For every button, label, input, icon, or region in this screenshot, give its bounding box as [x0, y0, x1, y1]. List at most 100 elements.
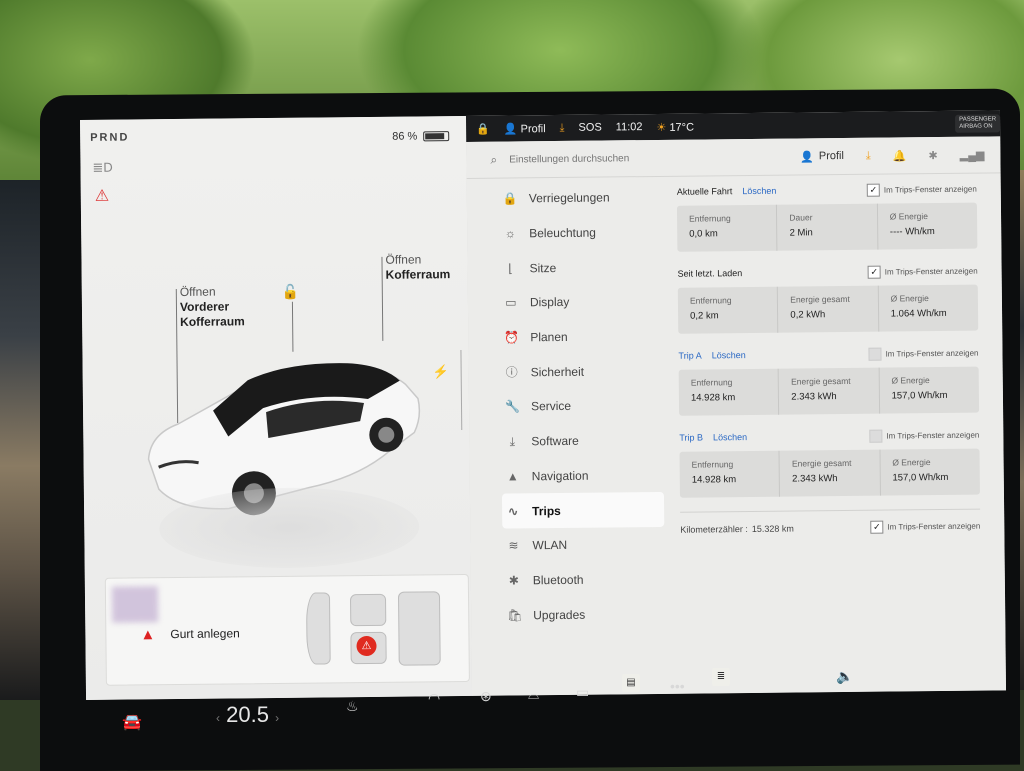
nav-item-planen[interactable]: ⏰ Planen [500, 319, 662, 355]
chevron-right-icon[interactable]: › [275, 711, 279, 725]
nav-item-navigation[interactable]: ▲ Navigation [502, 457, 664, 493]
driver-seat [349, 593, 387, 627]
defrost-windshield-icon[interactable]: ⌓ [528, 686, 539, 703]
stat-avg-energy: Ø Energie ---- Wh/km [878, 203, 978, 250]
steering-wheel-outline [305, 592, 331, 665]
trip-a-delete-link[interactable]: Löschen [712, 350, 746, 360]
charge-port-icon[interactable]: ⚡ [433, 364, 449, 380]
stat-value: 14.928 km [690, 392, 736, 404]
trip-b-title: Trip B [679, 432, 704, 443]
climate-temperature[interactable]: ‹ 20.5 › [216, 702, 279, 728]
checkbox[interactable]: ✓ [866, 183, 880, 197]
nav-item-beleuchtung[interactable]: ☼ Beleuchtung [499, 215, 661, 251]
checkbox[interactable] [868, 347, 882, 361]
rear-defrost-icon[interactable]: ▭ [576, 684, 589, 701]
nav-item-sicherheit[interactable]: ⓘ Sicherheit [500, 353, 662, 389]
seat-occupancy-diagram: ⚠ [305, 585, 457, 673]
nav-item-verriegelungen[interactable]: 🔒 Verriegelungen [499, 180, 661, 216]
chevron-left-icon[interactable]: ‹ [216, 711, 220, 725]
nav-item-wlan[interactable]: ≋ WLAN [502, 527, 664, 563]
nav-item-label: Service [530, 399, 572, 414]
rear-seats [397, 591, 441, 666]
settings-nav: 🔒 Verriegelungen ☼ Beleuchtung ⌊ Sitze ▭ Displa… [467, 180, 672, 633]
stat-avg-energy: Ø Energie 1.064 Wh/km [878, 285, 978, 332]
settings-search-bar: ⌕ 👤 Profil ⤓ 🔔 ✱ ▂▄▆ [466, 136, 1001, 179]
open-frunk-label-3: Kofferraum [180, 314, 245, 329]
odometer-value: 15.328 km [751, 523, 794, 534]
stat-label: Entfernung [689, 213, 731, 224]
stat-label: Ø Energie [892, 457, 931, 468]
defrost-front-icon[interactable]: ◠ [428, 690, 440, 707]
current-trip-show-toggle[interactable]: ✓ Im Trips-Fenster anzeigen [866, 182, 977, 197]
wrench-icon: 🔧 [504, 399, 521, 415]
shopping-bag-icon: 🛍 [507, 607, 523, 623]
settings-search-input[interactable] [507, 150, 752, 167]
show-in-trips-label: Im Trips-Fenster anzeigen [887, 521, 981, 532]
stat-label: Ø Energie [889, 211, 929, 222]
trip-b-show-toggle[interactable]: Im Trips-Fenster anzeigen [869, 428, 980, 443]
stat-label: Energie gesamt [791, 375, 851, 387]
lock-icon[interactable]: 🔒 [476, 122, 490, 135]
since-charge-section: Seit letzt. Laden ✓ Im Trips-Fenster anz… [678, 263, 979, 334]
nav-item-label: Bluetooth [532, 572, 584, 588]
trips-icon: ∿ [508, 503, 519, 519]
outside-temperature: ☀ 17°C [656, 120, 694, 133]
nav-item-trips[interactable]: ∿ Trips [501, 492, 665, 529]
download-icon[interactable]: ⤓ [560, 121, 565, 134]
temperature-value: 17°C [669, 121, 695, 134]
nav-item-display[interactable]: ▭ Display [500, 284, 662, 320]
bell-icon[interactable]: 🔔 [893, 149, 907, 162]
since-charge-show-toggle[interactable]: ✓ Im Trips-Fenster anzeigen [867, 264, 978, 279]
trip-b-header: Trip B Löschen Im Trips-Fenster anzeigen [679, 427, 979, 446]
seat-heater-icon[interactable]: ♨ [346, 698, 359, 715]
app-launcher-icon[interactable]: ▤ [622, 674, 640, 692]
trip-b-section: Trip B Löschen Im Trips-Fenster anzeigen… [679, 427, 980, 498]
blurred-avatar [111, 586, 159, 623]
trip-a-header: Trip A Löschen Im Trips-Fenster anzeigen [678, 345, 979, 364]
touchscreen: PRND 86 % ≣D ⚠ Öffnen Vorderer Kofferrau… [80, 110, 1007, 700]
stat-value: 157,0 Wh/km [891, 389, 948, 402]
open-trunk-button[interactable]: Öffnen Kofferraum [385, 252, 450, 283]
nav-item-label: Beleuchtung [529, 225, 597, 241]
seatbelt-alert-icon: ⚠ [356, 635, 377, 657]
trip-b-delete-link[interactable]: Löschen [713, 432, 747, 442]
trip-b-stats: Entfernung 14.928 km Energie gesamt 2.343 … [679, 448, 980, 498]
odometer-label: Kilometerzähler : [680, 523, 748, 535]
car-icon[interactable]: 🚘 [122, 712, 142, 732]
airbag-label-1: PASSENGER [959, 116, 997, 123]
notes-app-icon[interactable]: ≣ [712, 668, 730, 686]
checkbox[interactable] [869, 429, 883, 443]
open-frunk-button[interactable]: Öffnen Vorderer Kofferraum [180, 284, 245, 330]
checkbox[interactable]: ✓ [870, 520, 884, 534]
stat-distance: Entfernung 0,2 km [677, 286, 779, 334]
navigation-arrow-icon: ▲ [506, 469, 519, 484]
nav-item-label: Verriegelungen [528, 190, 610, 206]
show-in-trips-label: Im Trips-Fenster anzeigen [886, 430, 980, 441]
stat-label: Dauer [789, 212, 813, 223]
nav-item-service[interactable]: 🔧 Service [501, 388, 663, 424]
stat-value: 2 Min [789, 227, 813, 239]
nav-item-sitze[interactable]: ⌊ Sitze [499, 249, 661, 285]
sun-icon: ☀ [656, 121, 667, 134]
download-icon[interactable]: ⤓ [866, 149, 871, 162]
bluetooth-icon[interactable]: ✱ [928, 149, 937, 162]
temperature-value: 20.5 [226, 702, 269, 727]
trip-a-show-toggle[interactable]: Im Trips-Fenster anzeigen [868, 346, 979, 361]
gear-selector: PRND [90, 131, 130, 144]
nav-item-software[interactable]: ⤓ Software [501, 423, 663, 459]
steering-heater-icon[interactable]: ⊛ [480, 688, 492, 705]
unlock-icon[interactable]: 🔓 [282, 284, 300, 301]
checkbox[interactable]: ✓ [867, 265, 881, 279]
nav-item-upgrades[interactable]: 🛍 Upgrades [503, 596, 665, 632]
current-trip-delete-link[interactable]: Löschen [742, 186, 776, 196]
odometer-show-toggle[interactable]: ✓ Im Trips-Fenster anzeigen [870, 520, 980, 534]
stat-value: 0,2 km [690, 310, 719, 322]
profile-button[interactable]: 👤 Profil [800, 150, 844, 163]
trunk-pointer-line [381, 256, 384, 341]
nav-item-bluetooth[interactable]: ✱ Bluetooth [503, 561, 665, 597]
profile-shortcut[interactable]: 👤 Profil [504, 122, 546, 135]
more-icon[interactable]: ••• [670, 678, 685, 694]
download-icon: ⤓ [509, 434, 516, 449]
person-icon: 👤 [800, 150, 814, 163]
volume-icon[interactable]: 🔈 [836, 668, 853, 685]
